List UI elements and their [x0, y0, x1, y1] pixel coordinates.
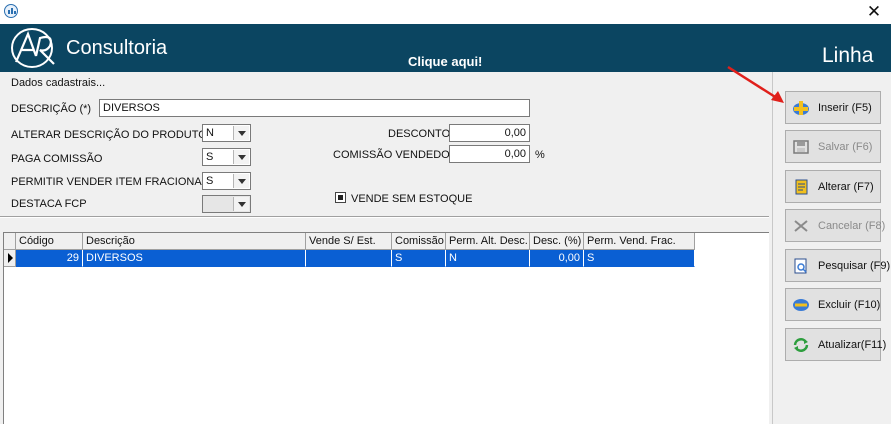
products-grid[interactable]: Código Descrição Vende S/ Est. Comissão …: [3, 232, 769, 424]
chevron-down-icon[interactable]: [233, 174, 249, 188]
alterar-button[interactable]: Alterar (F7): [785, 170, 881, 203]
save-disk-icon: [793, 140, 809, 154]
desconto-input[interactable]: 0,00: [449, 124, 530, 142]
close-window-button[interactable]: ✕: [860, 2, 888, 22]
column-header[interactable]: Perm. Vend. Frac.: [584, 233, 695, 250]
inserir-button[interactable]: Inserir (F5): [785, 91, 881, 124]
click-here-link[interactable]: Clique aqui!: [408, 54, 482, 69]
column-header[interactable]: Vende S/ Est.: [306, 233, 392, 250]
inserir-label: Inserir (F5): [818, 102, 872, 114]
atualizar-button[interactable]: Atualizar(F11): [785, 328, 886, 361]
column-header[interactable]: Desc. (%): [530, 233, 584, 250]
column-header[interactable]: Código: [16, 233, 83, 250]
delete-minus-icon: [793, 299, 809, 311]
insert-plus-icon: [793, 101, 809, 115]
excluir-button[interactable]: Excluir (F10): [785, 288, 881, 321]
close-icon: ✕: [866, 2, 882, 22]
vende-sem-estoque-checkbox[interactable]: [335, 192, 346, 203]
cancelar-button[interactable]: Cancelar (F8): [785, 209, 885, 242]
paga-comissao-select[interactable]: S: [202, 148, 251, 166]
chevron-down-icon[interactable]: [233, 150, 249, 164]
vende-sem-estoque-label: VENDE SEM ESTOQUE: [351, 193, 473, 205]
column-header[interactable]: Perm. Alt. Desc.: [446, 233, 530, 250]
alterar-descricao-select[interactable]: N: [202, 124, 251, 142]
desconto-label: DESCONTO: [388, 128, 451, 140]
table-cell-comissao[interactable]: S: [392, 250, 446, 267]
window-title-bar: ✕: [0, 0, 891, 24]
pesquisar-button[interactable]: Pesquisar (F9): [785, 249, 890, 282]
annotation-arrow-icon: [727, 65, 784, 103]
table-cell-vende-sem-est[interactable]: [306, 250, 392, 267]
module-title: Linha: [822, 44, 874, 67]
salvar-label: Salvar (F6): [818, 141, 873, 153]
section-title: Dados cadastrais...: [11, 77, 106, 89]
table-cell-desc[interactable]: 0,00: [530, 250, 584, 267]
table-cell-descricao[interactable]: DIVERSOS: [83, 250, 306, 267]
atualizar-label: Atualizar(F11): [818, 339, 887, 351]
alterar-descricao-value: N: [206, 127, 214, 139]
permitir-fracionado-label: PERMITIR VENDER ITEM FRACIONADO: [11, 176, 219, 188]
paga-comissao-label: PAGA COMISSÃO: [11, 153, 103, 165]
paga-comissao-value: S: [206, 151, 214, 163]
edit-document-icon: [795, 179, 808, 195]
grid-corner: [4, 233, 16, 250]
refresh-icon: [793, 338, 809, 352]
alterar-label: Alterar (F7): [818, 181, 874, 193]
table-cell-perm-alt-desc[interactable]: N: [446, 250, 530, 267]
chevron-down-icon[interactable]: [233, 126, 249, 140]
company-logo: [11, 28, 55, 68]
chevron-down-icon[interactable]: [233, 197, 249, 211]
column-header[interactable]: Descrição: [83, 233, 306, 250]
cancel-icon: [794, 220, 808, 232]
pesquisar-label: Pesquisar (F9): [818, 260, 891, 272]
column-header[interactable]: Comissão: [392, 233, 446, 250]
alterar-descricao-label: ALTERAR DESCRIÇÃO DO PRODUTO: [11, 129, 207, 141]
brand-name: Consultoria: [66, 37, 168, 59]
app-chart-icon: [4, 4, 18, 18]
comissao-vendedor-input[interactable]: 0,00: [449, 145, 530, 163]
comissao-vendedor-label: COMISSÃO VENDEDOR: [333, 149, 458, 161]
descricao-label: DESCRIÇÃO (*): [11, 103, 92, 115]
row-indicator-icon: [4, 250, 16, 267]
search-document-icon: [794, 258, 807, 274]
salvar-button[interactable]: Salvar (F6): [785, 130, 881, 163]
percent-unit: %: [535, 149, 545, 161]
table-cell-codigo[interactable]: 29: [16, 250, 83, 267]
cancelar-label: Cancelar (F8): [818, 220, 886, 232]
permitir-fracionado-select[interactable]: S: [202, 172, 251, 190]
destaca-fcp-select[interactable]: [202, 195, 251, 213]
excluir-label: Excluir (F10): [818, 299, 881, 311]
descricao-input[interactable]: DIVERSOS: [99, 99, 530, 117]
destaca-fcp-label: DESTACA FCP: [11, 198, 87, 210]
table-cell-perm-vend-frac[interactable]: S: [584, 250, 695, 267]
permitir-fracionado-value: S: [206, 175, 214, 187]
form-divider: [0, 216, 769, 218]
action-panel: [772, 72, 891, 424]
